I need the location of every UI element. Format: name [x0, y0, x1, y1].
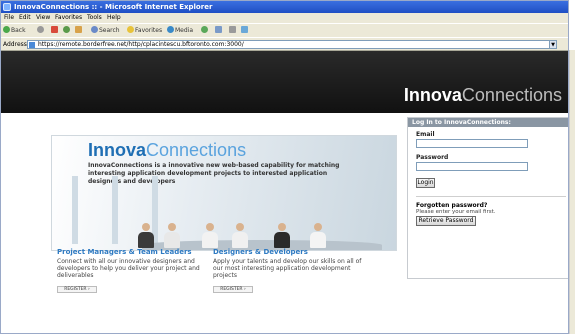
star-icon [127, 26, 134, 33]
address-dropdown-button[interactable]: ▼ [549, 40, 557, 49]
mail-button[interactable] [215, 26, 223, 35]
person-figure [232, 223, 248, 248]
edit-icon [241, 26, 248, 33]
menu-help[interactable]: Help [107, 13, 121, 23]
refresh-icon [63, 26, 70, 33]
divider [416, 196, 566, 197]
person-figure [274, 223, 290, 248]
print-button[interactable] [229, 26, 237, 35]
section-text: Connect with all our innovative designer… [57, 258, 200, 279]
menu-favorites[interactable]: Favorites [55, 13, 82, 23]
forgot-password-title: Forgotten password? [416, 202, 488, 209]
menu-edit[interactable]: Edit [19, 13, 31, 23]
favorites-button[interactable]: Favorites [127, 26, 162, 35]
title-bar: InnovaConnections :: - Microsoft Interne… [1, 1, 568, 13]
page-content: InnovaConnections InnovaConnections Inno… [1, 51, 568, 333]
home-icon [75, 26, 82, 33]
mail-icon [215, 26, 222, 33]
history-button[interactable] [201, 26, 209, 35]
hero-description: InnovaConnections is a innovative new we… [88, 162, 340, 185]
forward-arrow-icon [37, 26, 44, 33]
refresh-button[interactable] [63, 26, 71, 35]
address-url: https://remote.borderfree.net/http/cplac… [38, 41, 244, 48]
print-icon [229, 26, 236, 33]
menu-file[interactable]: File [4, 13, 14, 23]
password-label: Password [416, 154, 449, 161]
home-button[interactable] [75, 26, 83, 35]
section-title[interactable]: Designers & Developers [213, 248, 363, 256]
person-figure [164, 223, 180, 248]
window-pane [72, 176, 78, 244]
forgot-password-help: Please enter your email first. [416, 209, 496, 215]
hero-image: InnovaConnections InnovaConnections is a… [51, 135, 397, 251]
site-brand-logo[interactable]: InnovaConnections [404, 85, 562, 106]
menu-view[interactable]: View [36, 13, 50, 23]
person-figure [202, 223, 218, 248]
section-text: Apply your talents and develop our skill… [213, 258, 362, 279]
page-icon [29, 42, 35, 48]
toolbar: Back Search Favorites Media [1, 23, 568, 37]
ie-icon [3, 3, 11, 11]
password-field[interactable] [416, 162, 528, 171]
register-button[interactable]: REGISTER › [57, 286, 97, 293]
site-header-banner: InnovaConnections [1, 51, 568, 113]
edit-button[interactable] [241, 26, 249, 35]
address-input[interactable]: https://remote.borderfree.net/http/cplac… [27, 40, 557, 49]
email-field[interactable] [416, 139, 528, 148]
address-label: Address [3, 41, 27, 48]
email-label: Email [416, 131, 435, 138]
browser-window: InnovaConnections :: - Microsoft Interne… [0, 0, 569, 334]
login-button[interactable]: Login [416, 178, 435, 188]
forward-button[interactable] [37, 26, 45, 35]
retrieve-password-button[interactable]: Retrieve Password [416, 216, 476, 226]
stop-button[interactable] [51, 26, 59, 35]
person-figure [310, 223, 326, 248]
back-button[interactable]: Back [3, 26, 26, 35]
project-managers-section: Project Managers & Team Leaders Connect … [57, 248, 207, 293]
window-pane [112, 176, 118, 244]
designers-developers-section: Designers & Developers Apply your talent… [213, 248, 363, 293]
back-arrow-icon [3, 26, 10, 33]
address-bar: Address https://remote.borderfree.net/ht… [1, 37, 568, 51]
person-figure [138, 223, 154, 248]
menu-tools[interactable]: Tools [87, 13, 102, 23]
login-panel: Log In to InnovaConnections: Email Passw… [407, 117, 568, 279]
menu-bar: File Edit View Favorites Tools Help [1, 13, 568, 23]
media-button[interactable]: Media [167, 26, 193, 35]
window-title: InnovaConnections :: - Microsoft Interne… [14, 3, 213, 11]
stop-icon [51, 26, 58, 33]
section-title[interactable]: Project Managers & Team Leaders [57, 248, 207, 256]
hero-logo: InnovaConnections [88, 140, 247, 160]
media-icon [167, 26, 174, 33]
history-icon [201, 26, 208, 33]
login-heading: Log In to InnovaConnections: [408, 118, 568, 127]
register-button[interactable]: REGISTER › [213, 286, 253, 293]
search-button[interactable]: Search [91, 26, 120, 35]
search-icon [91, 26, 98, 33]
page-edge [569, 50, 575, 334]
